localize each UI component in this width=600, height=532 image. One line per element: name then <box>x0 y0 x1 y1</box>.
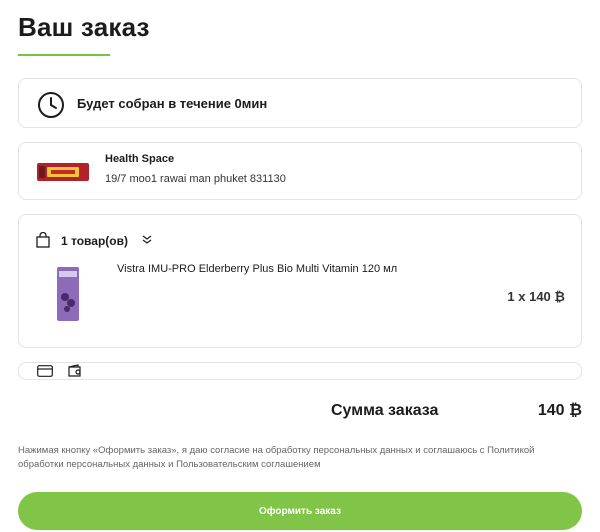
title-underline <box>18 54 110 56</box>
shopping-bag-icon <box>36 232 50 248</box>
consent-text: Нажимая кнопку «Оформить заказ», я даю с… <box>18 445 535 470</box>
page-title: Ваш заказ <box>18 12 150 42</box>
card-icon[interactable] <box>37 365 53 377</box>
store-name: Health Space <box>105 153 175 165</box>
payment-methods-card <box>18 362 582 380</box>
store-logo-icon <box>37 163 89 181</box>
wallet-icon[interactable] <box>67 364 83 378</box>
store-address: 19/7 moo1 rawai man phuket 831130 <box>105 173 286 185</box>
clock-icon <box>38 92 64 118</box>
product-quantity-price: 1 x 140 ₿ <box>507 289 565 304</box>
prep-time-text: Будет собран в течение 0мин <box>77 96 268 111</box>
store-card[interactable]: Health Space 19/7 moo1 rawai man phuket … <box>18 142 582 200</box>
prep-time-card: Будет собран в течение 0мин <box>18 78 582 128</box>
order-total-value: 140 ₿ <box>537 402 582 419</box>
chevron-down-icon[interactable] <box>141 234 153 246</box>
place-order-button[interactable]: Оформить заказ <box>18 492 582 530</box>
order-total-label: Сумма заказа <box>331 402 439 419</box>
cart-count-label[interactable]: 1 товар(ов) <box>61 234 128 248</box>
product-name[interactable]: Vistra IMU-PRO Elderberry Plus Bio Multi… <box>117 263 397 275</box>
cart-card: 1 товар(ов) Vistra IMU-PRO Elderberry Pl… <box>18 214 582 348</box>
product-image <box>57 267 79 321</box>
